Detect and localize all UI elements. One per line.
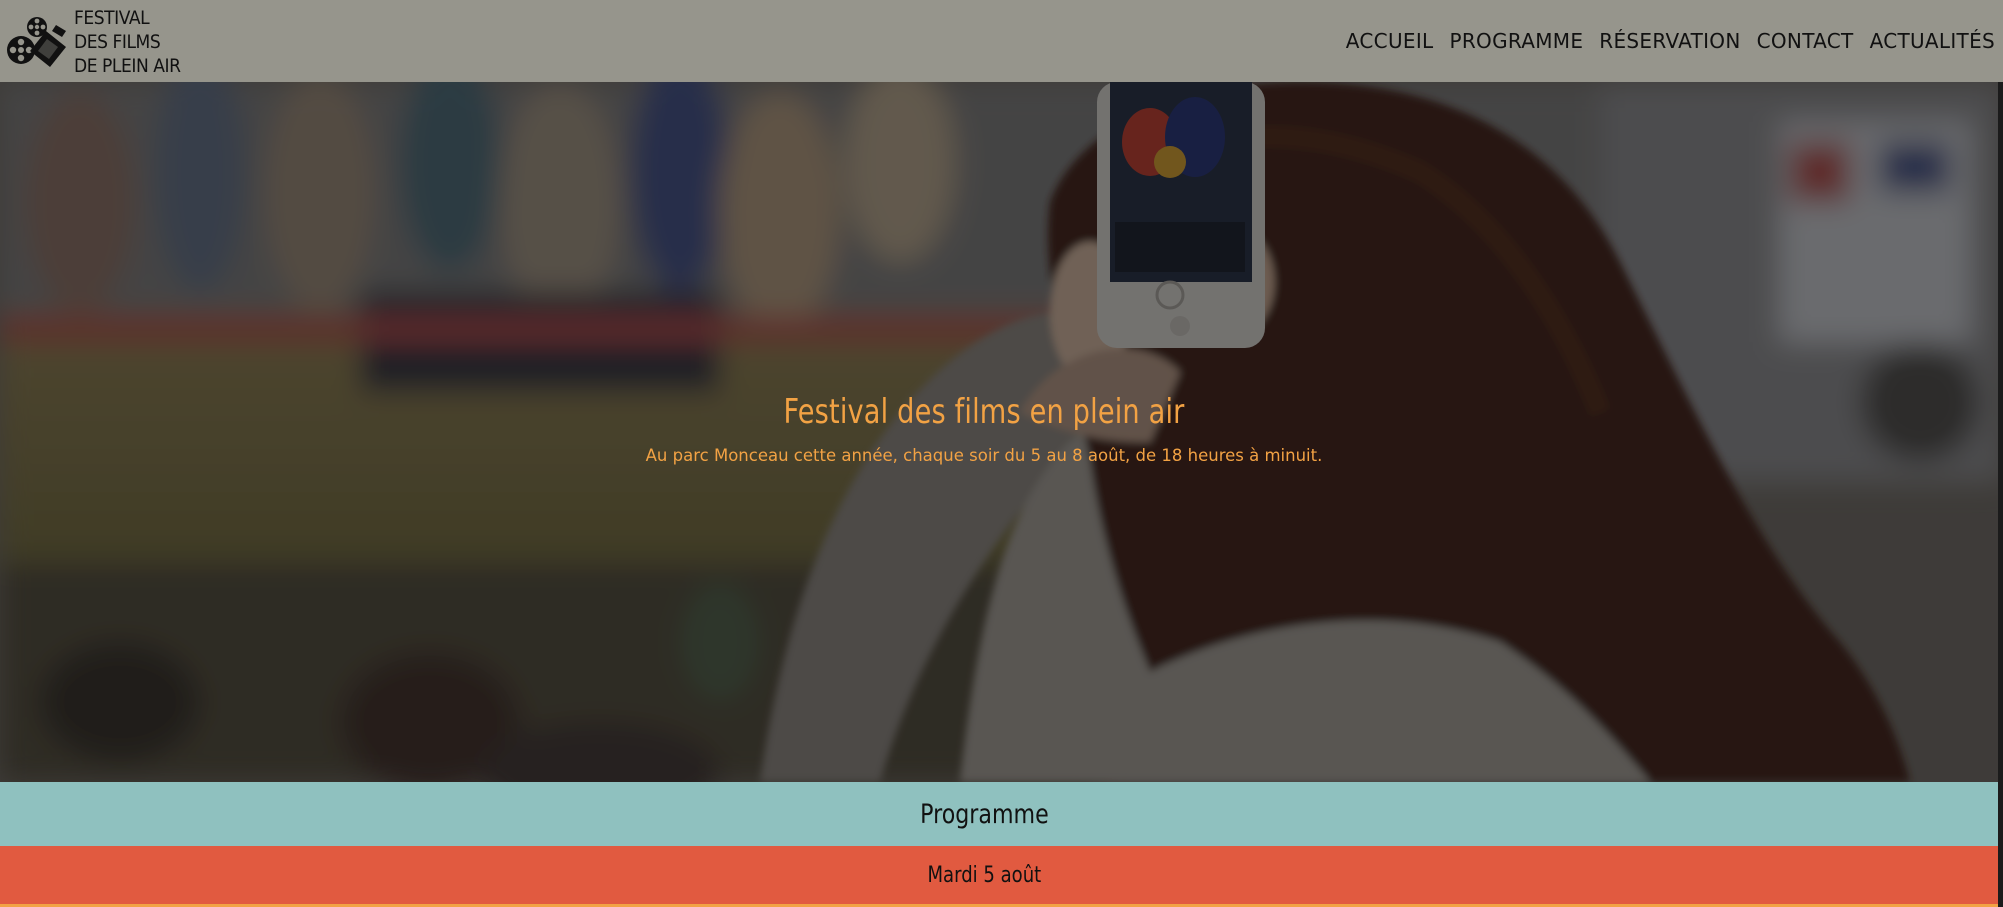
brand-text: FESTIVAL DES FILMS DE PLEIN AIR (74, 4, 181, 78)
page: FESTIVAL DES FILMS DE PLEIN AIR ACCUEIL … (0, 0, 2003, 907)
site-header: FESTIVAL DES FILMS DE PLEIN AIR ACCUEIL … (0, 0, 2003, 82)
programme-section-header: Programme (0, 782, 2003, 846)
programme-title: Programme (919, 798, 1049, 830)
film-reel-camera-icon (7, 17, 66, 67)
brand-line-3: DE PLEIN AIR (74, 55, 181, 77)
nav-contact[interactable]: CONTACT (1757, 29, 1854, 53)
nav-accueil[interactable]: ACCUEIL (1346, 29, 1434, 53)
nav-programme[interactable]: PROGRAMME (1449, 29, 1583, 53)
hero-title: Festival des films en plein air (783, 392, 1185, 432)
hero-subtitle: Au parc Monceau cette année, chaque soir… (645, 446, 1323, 465)
day-section-header[interactable]: Mardi 5 août (0, 846, 2003, 907)
nav-reservation[interactable]: RÉSERVATION (1599, 29, 1740, 53)
hero-banner: Festival des films en plein air Au parc … (0, 82, 2003, 782)
brand-line-1: FESTIVAL (74, 7, 150, 29)
brand-logo-link[interactable]: FESTIVAL DES FILMS DE PLEIN AIR (4, 0, 192, 82)
main-nav: ACCUEIL PROGRAMME RÉSERVATION CONTACT AC… (1346, 0, 1995, 82)
nav-actualites[interactable]: ACTUALITÉS (1870, 29, 1995, 53)
page-scrollbar[interactable] (1998, 82, 2003, 907)
day-title: Mardi 5 août (927, 862, 1041, 888)
hero-content: Festival des films en plein air Au parc … (0, 392, 1968, 465)
brand-line-2: DES FILMS (74, 31, 161, 53)
